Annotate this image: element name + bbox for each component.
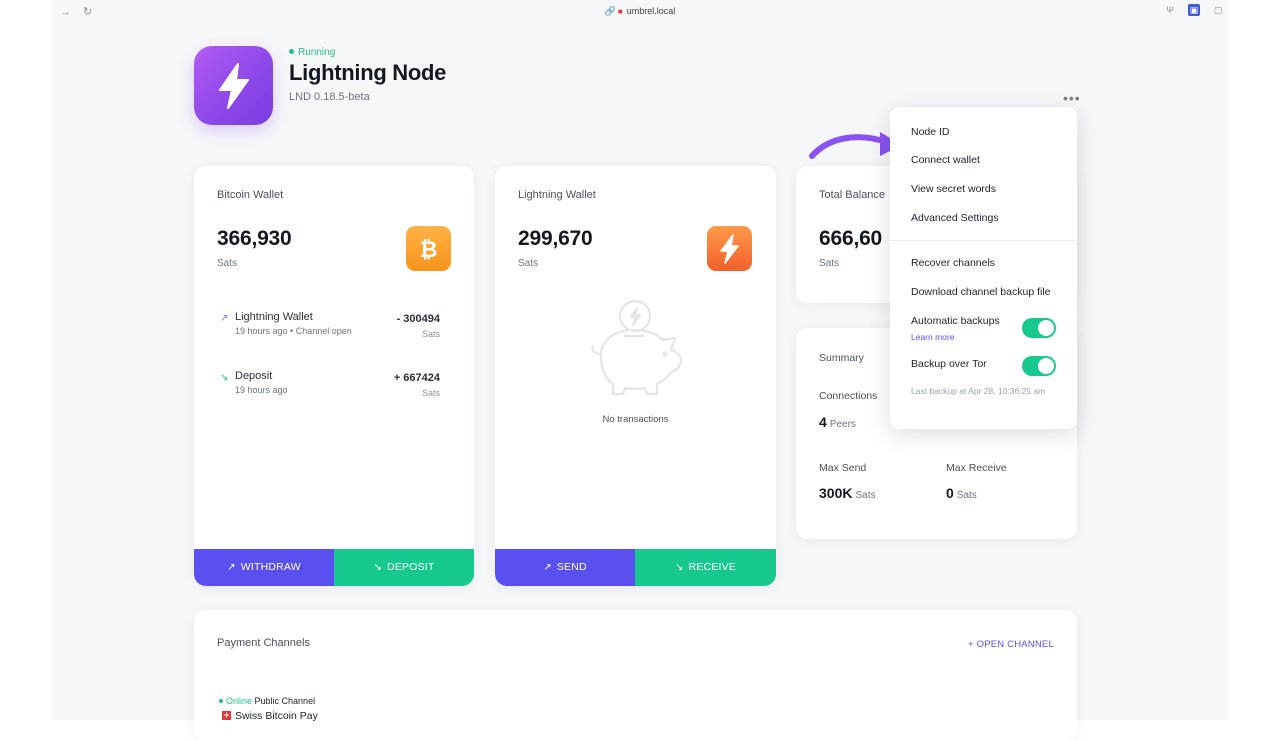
online-dot-icon [219, 699, 223, 703]
piggy-bank-icon [591, 299, 683, 396]
arrow-down-right-icon: ↘ [674, 562, 684, 573]
backup-over-tor-toggle[interactable] [1022, 356, 1056, 376]
send-button[interactable]: ↗ SEND [495, 549, 635, 586]
channel-name: Swiss Bitcoin Pay [235, 710, 318, 722]
lightning-bolt-icon [219, 63, 249, 109]
swiss-flag-icon [222, 709, 231, 721]
card-title: Lightning Wallet [518, 189, 596, 201]
withdraw-label: WITHDRAW [240, 561, 301, 573]
tx-amount: - 300494 [396, 313, 440, 325]
tx-unit: Sats [421, 388, 440, 398]
lock-icon: ■ [617, 7, 623, 16]
total-balance-value: 666,60 [819, 227, 883, 250]
chat-icon[interactable]: ▢ [1212, 4, 1224, 16]
channel-online-text: Online [226, 696, 253, 706]
deposit-label: DEPOSIT [387, 561, 435, 573]
bitcoin-icon: ₿ [406, 226, 451, 271]
deposit-button[interactable]: ↘ DEPOSIT [334, 549, 474, 586]
automatic-backups-label: Automatic backups [911, 315, 1000, 327]
tx-unit: Sats [421, 329, 440, 339]
menu-item-node-id[interactable]: Node ID [911, 126, 950, 139]
open-channel-button[interactable]: + OPEN CHANNEL [968, 639, 1054, 651]
max-receive-value: 0 Sats [946, 485, 977, 504]
card-title: Bitcoin Wallet [217, 189, 284, 201]
max-receive-label: Max Receive [946, 462, 1007, 474]
address-bar[interactable]: 🔗 ■ umbrel.local [52, 5, 1228, 18]
summary-title: Summary [819, 352, 864, 364]
more-options-icon[interactable]: ••• [1063, 91, 1081, 105]
payment-channels-card: Payment Channels [194, 610, 1077, 740]
menu-item-connect-wallet[interactable]: Connect wallet [911, 154, 980, 167]
backup-over-tor-label: Backup over Tor [911, 358, 987, 370]
balance-unit: Sats [819, 258, 840, 269]
browser-toolbar: → ↻ 🔗 ■ umbrel.local Ψ ▣ ▢ [52, 0, 1228, 24]
card-title: Total Balance [819, 189, 886, 201]
arrow-up-right-icon: ↗ [220, 313, 229, 324]
toggle-knob [1038, 358, 1054, 374]
url-text: umbrel.local [626, 6, 676, 16]
bitcoin-glyph-icon: ₿ [420, 238, 438, 263]
lightning-bolt-icon [720, 234, 739, 264]
tx-title: Deposit [235, 370, 273, 382]
lightning-icon [707, 226, 752, 271]
menu-item-download-backup[interactable]: Download channel backup file [911, 286, 1051, 299]
page-title: Lightning Node [289, 60, 447, 85]
max-receive-unit: Sats [956, 490, 977, 501]
max-send-unit: Sats [855, 490, 876, 501]
last-backup-text: Last backup at Apr 28, 10:36:25 am [911, 386, 1046, 396]
extension-icon[interactable]: Ψ [1164, 4, 1176, 16]
connections-label: Connections [819, 390, 878, 402]
link-icon: 🔗 [604, 6, 616, 16]
toggle-knob [1038, 320, 1054, 336]
list-item[interactable]: ↗ Lightning Wallet 19 hours ago • Channe… [218, 311, 440, 351]
menu-item-recover-channels[interactable]: Recover channels [911, 257, 995, 270]
app-icon [194, 46, 273, 125]
max-send-value: 300K Sats [819, 485, 875, 504]
max-receive-amount: 0 [946, 485, 954, 501]
max-send-amount: 300K [819, 485, 853, 501]
automatic-backups-toggle[interactable] [1022, 318, 1056, 338]
menu-item-advanced-settings[interactable]: Advanced Settings [911, 212, 999, 225]
list-item[interactable]: ↘ Deposit 19 hours ago + 667424 Sats [218, 370, 440, 410]
tx-amount: + 667424 [393, 372, 440, 384]
balance-unit: Sats [217, 258, 238, 269]
bitcoin-balance: 366,930 [217, 227, 292, 250]
withdraw-button[interactable]: ↗ WITHDRAW [194, 549, 334, 586]
receive-button[interactable]: ↘ RECEIVE [635, 549, 776, 586]
arrow-up-right-icon: ↗ [543, 562, 552, 573]
node-options-menu: Node ID Connect wallet View secret words… [890, 107, 1077, 429]
send-label: SEND [556, 561, 587, 573]
connections-value: 4 Peers [819, 414, 856, 433]
menu-divider [890, 240, 1077, 241]
connections-unit: Peers [829, 419, 856, 430]
arrow-down-right-icon: ↘ [220, 372, 229, 383]
app-version: LND 0.18.5-beta [289, 91, 370, 103]
lightning-wallet-card: Lightning Wallet 299,670 Sats No transac… [495, 166, 776, 586]
channel-name-row[interactable]: Swiss Bitcoin Pay [222, 709, 318, 722]
tx-title: Lightning Wallet [235, 311, 313, 323]
status-text: Running [298, 47, 336, 58]
lightning-balance: 299,670 [518, 227, 593, 250]
arrow-up-right-icon: ↗ [227, 562, 236, 573]
tx-meta: 19 hours ago • Channel open [235, 326, 352, 336]
profile-icon[interactable]: ▣ [1188, 4, 1200, 16]
connections-count: 4 [819, 414, 827, 430]
bitcoin-wallet-card: Bitcoin Wallet 366,930 Sats ₿ ↗ Lightnin… [194, 166, 474, 586]
status-dot-icon [289, 49, 294, 54]
arrow-down-right-icon: ↘ [373, 562, 383, 573]
channel-status: Online Public Channel [219, 696, 315, 707]
learn-more-link[interactable]: Learn more [911, 332, 954, 342]
channel-type: Public Channel [254, 696, 316, 706]
svg-text:₿: ₿ [420, 238, 438, 263]
menu-item-view-secret-words[interactable]: View secret words [911, 183, 996, 196]
max-send-label: Max Send [819, 462, 867, 474]
receive-label: RECEIVE [688, 561, 737, 573]
status-badge: Running [289, 47, 335, 59]
empty-state-text: No transactions [602, 414, 669, 425]
tx-meta: 19 hours ago [235, 385, 288, 395]
card-title: Payment Channels [217, 637, 310, 649]
balance-unit: Sats [518, 258, 539, 269]
